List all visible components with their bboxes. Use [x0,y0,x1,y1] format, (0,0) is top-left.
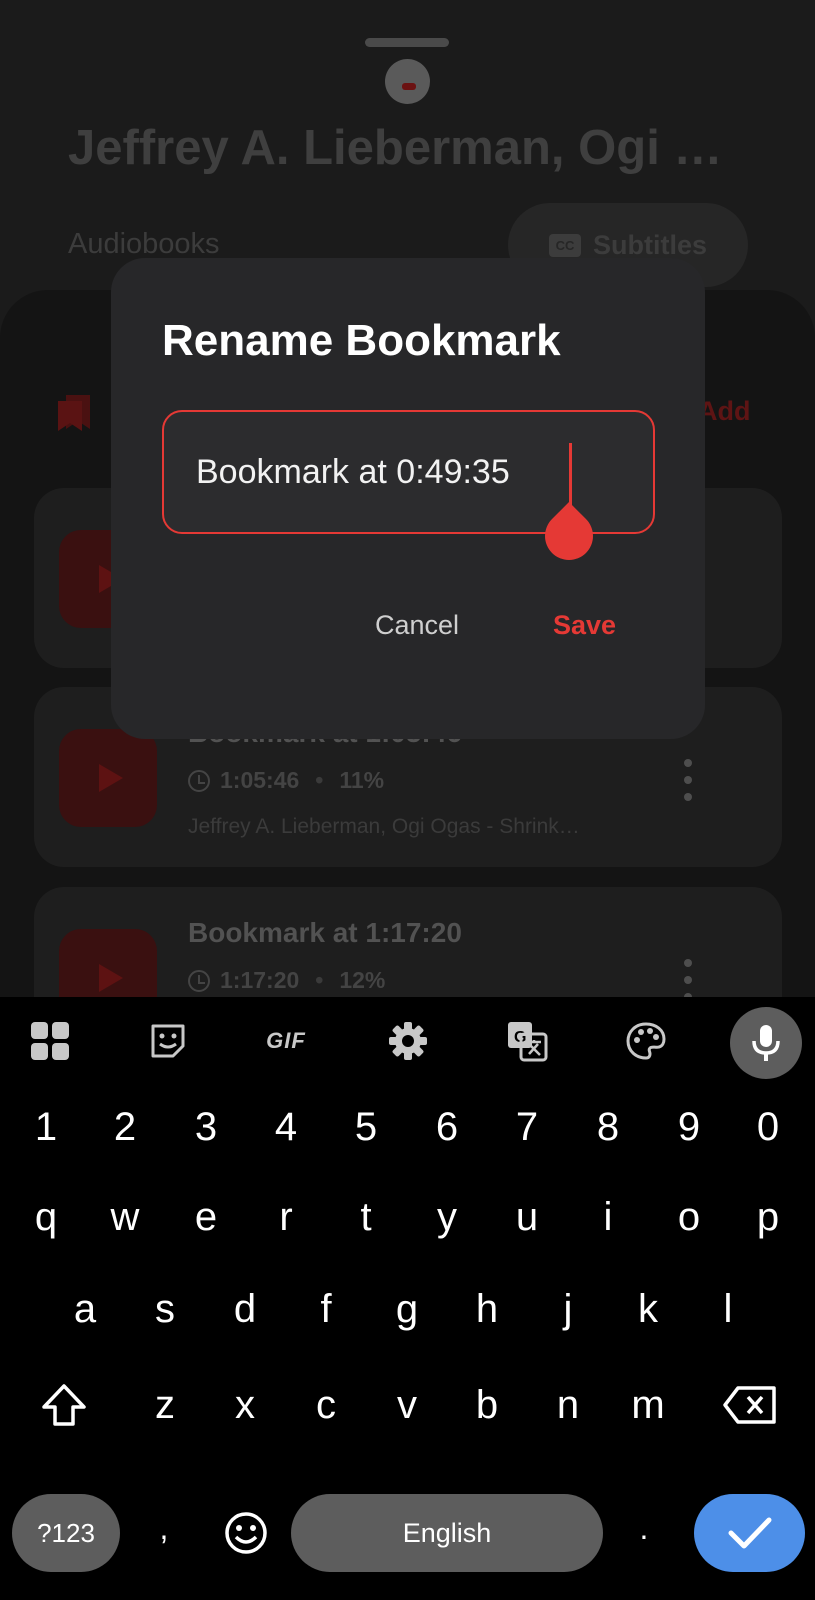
key-v[interactable]: v [377,1380,437,1430]
key-k[interactable]: k [618,1284,678,1334]
key-l[interactable]: l [698,1284,758,1334]
enter-checkmark-icon[interactable] [694,1494,805,1572]
play-icon [59,729,157,827]
meta-separator: • [315,967,324,993]
rename-bookmark-dialog: Rename Bookmark Bookmark at 0:49:35 Canc… [111,258,705,739]
key-q[interactable]: q [16,1192,76,1242]
key-c[interactable]: c [296,1380,356,1430]
subtitles-label: Subtitles [592,229,707,260]
key-a[interactable]: a [55,1284,115,1334]
bookmark-time: 1:05:46 [220,767,300,793]
cancel-button[interactable]: Cancel [375,610,459,641]
drag-handle [365,38,449,47]
book-cover-thumbnail [385,59,430,104]
key-b[interactable]: b [457,1380,517,1430]
bookmark-time: 1:17:20 [220,967,300,993]
bookmarks-icon [58,395,90,431]
apps-grid-icon[interactable] [26,1017,74,1065]
backspace-icon[interactable] [718,1380,782,1430]
key-i[interactable]: i [578,1192,638,1242]
emoji-icon[interactable] [216,1508,276,1558]
dialog-title: Rename Bookmark [162,316,561,365]
gif-icon[interactable]: GIF [262,1017,310,1065]
sticker-icon[interactable] [144,1017,192,1065]
key-comma[interactable]: , [134,1503,194,1553]
palette-icon[interactable] [622,1017,670,1065]
shift-icon[interactable] [34,1380,94,1430]
bookmark-meta: 1:17:20 • 12% [188,967,385,994]
clock-icon [188,969,210,992]
more-options-icon [682,959,694,997]
more-options-icon [682,759,694,801]
bookmark-book-name: Jeffrey A. Lieberman, Ogi Ogas - Shrink… [188,815,580,838]
key-o[interactable]: o [659,1192,719,1242]
key-5[interactable]: 5 [336,1102,396,1152]
key-d[interactable]: d [215,1284,275,1334]
key-3[interactable]: 3 [176,1102,236,1152]
bookmark-progress: 12% [339,967,386,993]
save-button[interactable]: Save [553,610,616,641]
key-m[interactable]: m [618,1380,678,1430]
bookmark-card: Bookmark at 1:17:20 1:17:20 • 12% [34,887,782,997]
key-r[interactable]: r [256,1192,316,1242]
bookmark-title: Bookmark at 1:17:20 [188,917,462,948]
key-g[interactable]: g [377,1284,437,1334]
key-x[interactable]: x [215,1380,275,1430]
key-t[interactable]: t [336,1192,396,1242]
key-e[interactable]: e [176,1192,236,1242]
key-j[interactable]: j [538,1284,598,1334]
key-h[interactable]: h [457,1284,517,1334]
key-p[interactable]: p [738,1192,798,1242]
translate-icon[interactable]: G [503,1017,551,1065]
key-n[interactable]: n [538,1380,598,1430]
key-2[interactable]: 2 [95,1102,155,1152]
key-6[interactable]: 6 [417,1102,477,1152]
key-s[interactable]: s [135,1284,195,1334]
key-8[interactable]: 8 [578,1102,638,1152]
key-9[interactable]: 9 [659,1102,719,1152]
space-bar[interactable]: English [291,1494,603,1572]
play-icon [59,929,157,997]
symbols-key[interactable]: ?123 [12,1494,120,1572]
bookmark-name-value: Bookmark at 0:49:35 [196,452,510,491]
bookmark-meta: 1:05:46 • 11% [188,767,384,794]
key-z[interactable]: z [135,1380,195,1430]
key-period[interactable]: . [614,1503,674,1553]
meta-separator: • [315,767,324,793]
key-f[interactable]: f [296,1284,356,1334]
key-1[interactable]: 1 [16,1102,76,1152]
settings-gear-icon[interactable] [384,1017,432,1065]
author-title: Jeffrey A. Lieberman, Ogi … [68,121,723,175]
key-w[interactable]: w [95,1192,155,1242]
key-0[interactable]: 0 [738,1102,798,1152]
clock-icon [188,769,210,792]
on-screen-keyboard: GIF G 1 2 3 4 5 6 7 8 9 0 q w e r t y u … [0,997,815,1600]
bookmark-progress: 11% [339,767,385,793]
key-y[interactable]: y [417,1192,477,1242]
key-4[interactable]: 4 [256,1102,316,1152]
key-u[interactable]: u [497,1192,557,1242]
closed-captions-icon: CC [548,233,581,257]
key-7[interactable]: 7 [497,1102,557,1152]
add-bookmark-link: Add [698,396,751,426]
category-label: Audiobooks [68,228,220,260]
microphone-icon[interactable] [730,1007,802,1079]
